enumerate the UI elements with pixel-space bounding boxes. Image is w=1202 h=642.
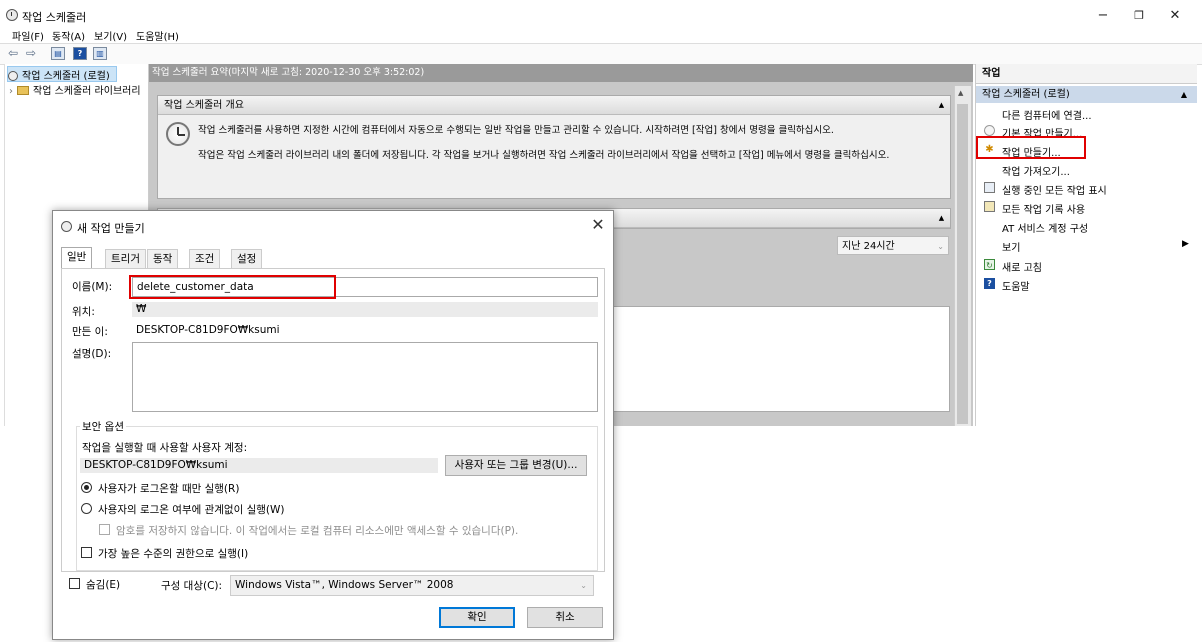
expander-icon[interactable]: › xyxy=(9,86,13,96)
no-store-password-label: 암호를 저장하지 않습니다. 이 작업에서는 로컬 컴퓨터 리소스에만 액세스할… xyxy=(116,525,519,537)
back-arrow-icon[interactable]: ⇦ xyxy=(6,47,20,60)
overview-title-text: 작업 스케줄러 개요 xyxy=(164,100,244,111)
scroll-up-icon[interactable]: ▲ xyxy=(958,89,963,97)
console-tree-icon[interactable]: ▤ xyxy=(51,47,65,60)
forward-arrow-icon[interactable]: ⇨ xyxy=(24,47,38,60)
radio-logged-on-label[interactable]: 사용자가 로그온할 때만 실행(R) xyxy=(98,481,239,496)
tab-settings[interactable]: 설정 xyxy=(231,249,263,268)
tree-item-local[interactable]: 작업 스케줄러 (로컬) xyxy=(7,66,117,82)
basic-task-icon xyxy=(984,125,995,136)
location-value: ₩ xyxy=(132,302,598,317)
security-options-title: 보안 옵션 xyxy=(80,419,126,434)
active-tasks-panel xyxy=(612,306,950,412)
action-connect-computer[interactable]: 다른 컴퓨터에 연결... xyxy=(1002,107,1092,122)
configure-dropdown[interactable]: Windows Vista™, Windows Server™ 2008 ⌄ xyxy=(230,575,594,596)
action-help[interactable]: 도움말 xyxy=(1002,278,1030,293)
highest-privileges-label[interactable]: 가장 높은 수준의 권한으로 실행(I) xyxy=(98,546,248,561)
action-enable-history[interactable]: 모든 작업 기록 사용 xyxy=(1002,201,1085,216)
radio-whether-logged-on[interactable] xyxy=(81,503,92,514)
collapse-icon[interactable]: ▲ xyxy=(937,215,946,222)
ok-button[interactable]: 확인 xyxy=(439,607,515,628)
toolbar: ⇦ ⇨ ▤ ? ▥ xyxy=(0,43,1202,65)
menu-help[interactable]: 도움말(H) xyxy=(136,28,179,43)
minimize-button[interactable]: − xyxy=(1088,6,1118,26)
name-label: 이름(M): xyxy=(72,281,113,293)
overview-section: 작업 스케줄러 개요 ▲ 작업 스케줄러를 사용하면 지정한 시간에 컴퓨터에서… xyxy=(157,95,951,199)
radio-whether-label[interactable]: 사용자의 로그온 여부에 관계없이 실행(W) xyxy=(98,502,285,517)
no-store-password-checkbox[interactable] xyxy=(99,524,110,535)
action-refresh[interactable]: 새로 고침 xyxy=(1002,259,1042,274)
period-value: 지난 24시간 xyxy=(842,241,895,252)
overview-title[interactable]: 작업 스케줄러 개요 ▲ xyxy=(158,96,950,115)
overview-line-1: 작업 스케줄러를 사용하면 지정한 시간에 컴퓨터에서 자동으로 수행되는 일반… xyxy=(198,125,834,136)
help-icon[interactable]: ? xyxy=(73,47,87,60)
hidden-checkbox[interactable] xyxy=(69,578,80,589)
submenu-arrow-icon: ▶ xyxy=(1182,239,1189,249)
summary-scrollbar[interactable]: ▲ xyxy=(954,86,971,426)
action-view[interactable]: 보기 xyxy=(1002,239,1020,254)
action-show-running[interactable]: 실행 중인 모든 작업 표시 xyxy=(1002,182,1107,197)
task-scheduler-clock-icon xyxy=(6,9,18,21)
tab-triggers[interactable]: 트리거 xyxy=(105,249,146,268)
scrollbar-thumb[interactable] xyxy=(957,104,968,424)
tab-actions[interactable]: 동작 xyxy=(147,249,179,268)
radio-logged-on-only[interactable] xyxy=(81,482,92,493)
actions-header: 작업 xyxy=(976,64,1197,84)
clock-icon xyxy=(61,221,72,232)
close-button[interactable]: ✕ xyxy=(1160,6,1190,26)
overview-line-2: 작업은 작업 스케줄러 라이브러리 내의 폴더에 저장됩니다. 각 작업을 보거… xyxy=(198,150,890,161)
summary-header: 작업 스케줄러 요약(마지막 새로 고침: 2020-12-30 오후 3:52… xyxy=(149,64,973,82)
actions-subheader-label: 작업 스케줄러 (로컬) xyxy=(982,89,1070,100)
chevron-down-icon: ⌄ xyxy=(580,581,587,590)
task-scheduler-clock-icon xyxy=(166,122,190,146)
action-pane-icon[interactable]: ▥ xyxy=(93,47,107,60)
account-label: 작업을 실행할 때 사용할 사용자 계정: xyxy=(82,442,248,454)
actions-pane: 작업 작업 스케줄러 (로컬) ▲ 다른 컴퓨터에 연결... 기본 작업 만들… xyxy=(975,64,1197,426)
menu-file[interactable]: 파일(F) xyxy=(12,28,44,43)
running-tasks-icon xyxy=(984,182,995,193)
account-value: DESKTOP-C81D9FO₩ksumi xyxy=(80,458,438,473)
author-label: 만든 이: xyxy=(72,326,108,338)
tree-item-label: 작업 스케줄러 라이브러리 xyxy=(33,86,141,96)
configure-label: 구성 대상(C): xyxy=(161,580,223,592)
help-icon: ? xyxy=(984,278,995,289)
configure-value: Windows Vista™, Windows Server™ 2008 xyxy=(235,579,454,591)
actions-subheader[interactable]: 작업 스케줄러 (로컬) ▲ xyxy=(976,86,1197,103)
chevron-down-icon: ⌄ xyxy=(937,242,944,251)
author-value: DESKTOP-C81D9FO₩ksumi xyxy=(136,324,280,336)
action-import-task[interactable]: 작업 가져오기... xyxy=(1002,163,1070,178)
menu-action[interactable]: 동작(A) xyxy=(52,28,85,43)
restore-button[interactable]: ❐ xyxy=(1124,6,1154,26)
folder-icon xyxy=(17,86,29,95)
menu-view[interactable]: 보기(V) xyxy=(94,28,127,43)
hidden-label[interactable]: 숨김(E) xyxy=(86,577,120,592)
history-icon xyxy=(984,201,995,212)
dialog-close-button[interactable]: ✕ xyxy=(589,215,607,235)
tree-item-label: 작업 스케줄러 (로컬) xyxy=(22,71,110,82)
collapse-icon[interactable]: ▲ xyxy=(937,102,946,109)
create-task-dialog: 새 작업 만들기 ✕ 일반 트리거 동작 조건 설정 이름(M): delete… xyxy=(52,210,614,640)
action-create-task[interactable]: 작업 만들기... xyxy=(1002,144,1061,159)
general-tab-panel: 이름(M): delete_customer_data 위치: ₩ 만든 이: … xyxy=(61,268,605,572)
period-dropdown[interactable]: 지난 24시간 ⌄ xyxy=(837,236,949,255)
highlight-box xyxy=(129,275,336,299)
collapse-icon[interactable]: ▲ xyxy=(1181,86,1187,103)
menu-bar: 파일(F) 동작(A) 보기(V) 도움말(H) xyxy=(0,26,1202,43)
description-label: 설명(D): xyxy=(72,348,112,360)
cancel-button[interactable]: 취소 xyxy=(527,607,603,628)
tab-conditions[interactable]: 조건 xyxy=(189,249,221,268)
tab-general[interactable]: 일반 xyxy=(61,247,93,269)
change-user-button[interactable]: 사용자 또는 그룹 변경(U)... xyxy=(445,455,587,476)
location-label: 위치: xyxy=(72,306,95,318)
description-textarea[interactable] xyxy=(132,342,598,412)
tree-item-library[interactable]: › 작업 스케줄러 라이브러리 xyxy=(9,82,148,96)
action-at-service[interactable]: AT 서비스 계정 구성 xyxy=(1002,220,1088,235)
clock-icon xyxy=(8,71,18,81)
refresh-icon: ↻ xyxy=(984,259,995,270)
window-title: 작업 스케줄러 xyxy=(22,11,87,24)
create-task-icon: ✱ xyxy=(985,144,994,155)
dialog-title: 새 작업 만들기 xyxy=(77,222,145,235)
highest-privileges-checkbox[interactable] xyxy=(81,547,92,558)
